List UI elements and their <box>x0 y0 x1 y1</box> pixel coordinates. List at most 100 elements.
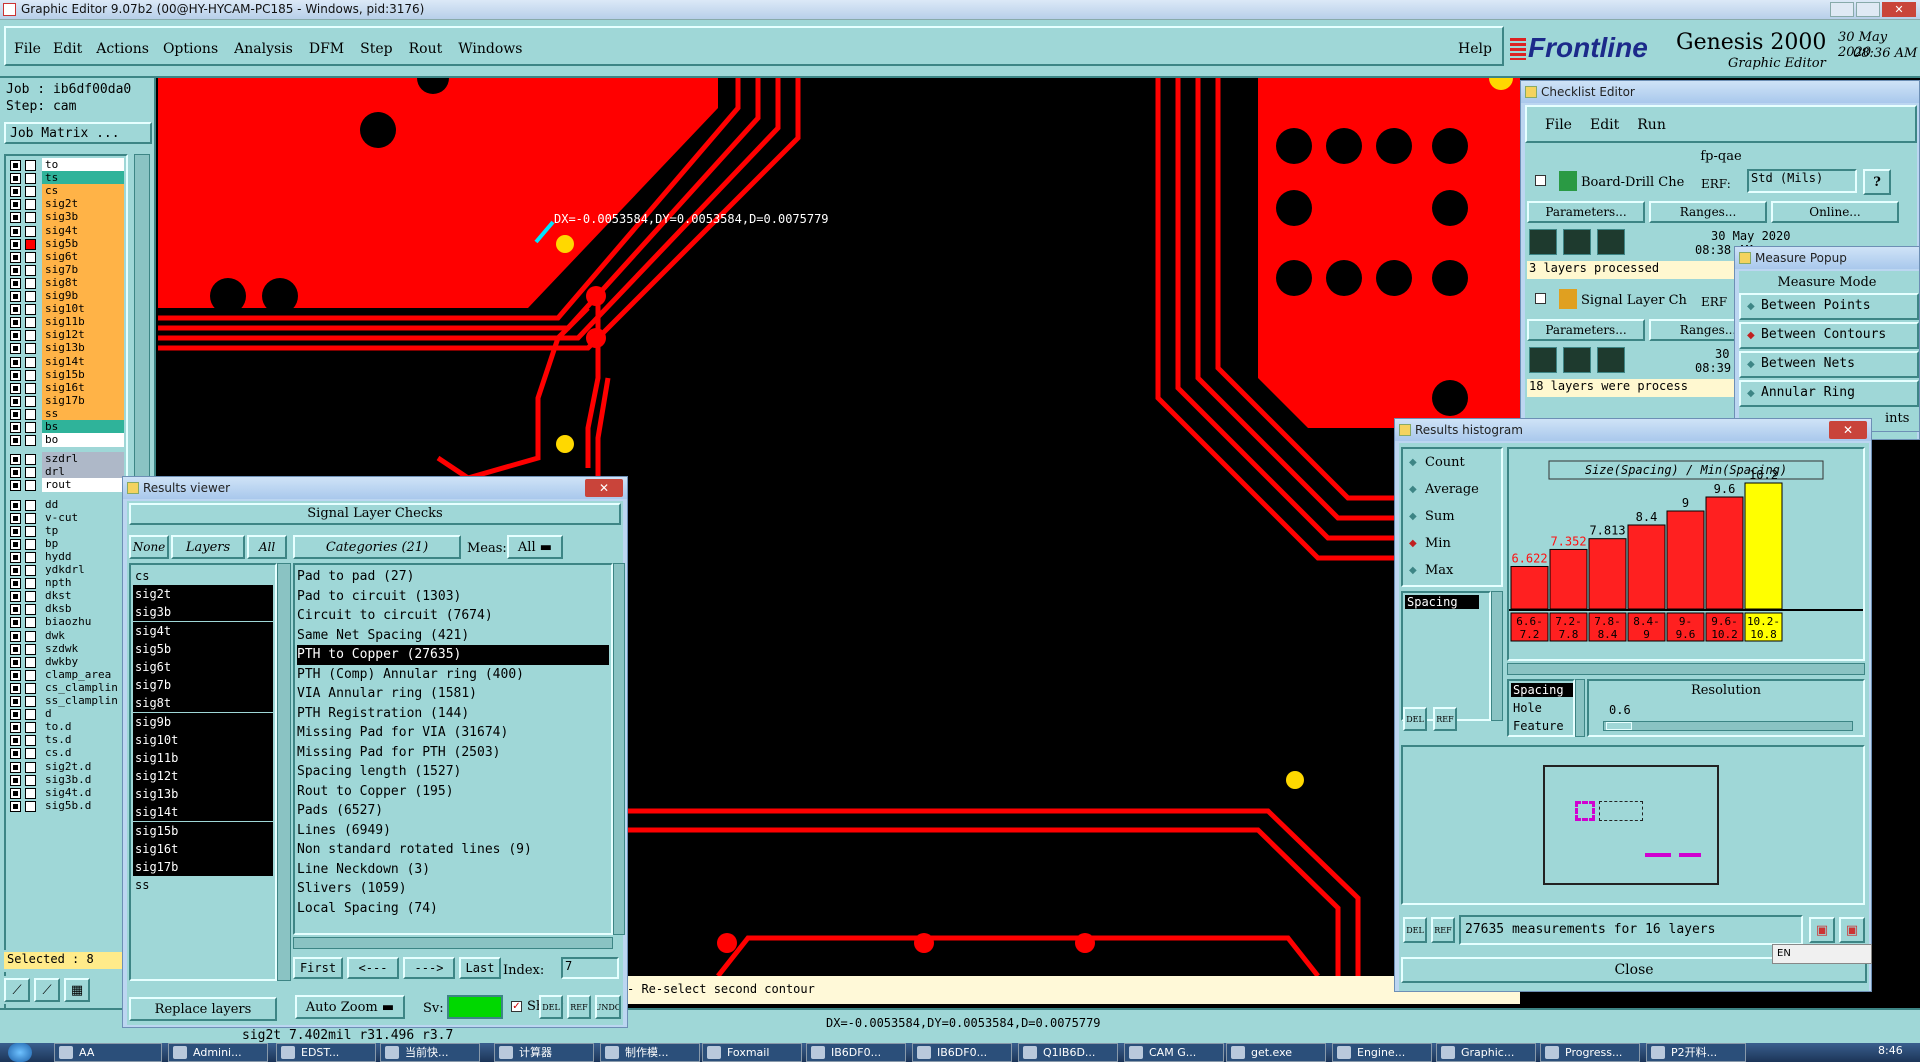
layer-checkbox[interactable] <box>10 735 21 747</box>
rv-layer-item[interactable]: sig16t <box>133 839 273 858</box>
taskbar-item[interactable]: Admini... <box>168 1043 268 1062</box>
rv-layer-item[interactable]: sig12t <box>133 767 273 786</box>
replace-layers-button[interactable]: Replace layers <box>129 997 277 1021</box>
taskbar-item[interactable]: 计算器 <box>494 1043 594 1062</box>
rv-layer-item[interactable]: sig3b <box>133 603 273 622</box>
layer-name[interactable]: sig2t <box>42 197 124 212</box>
maximize-icon[interactable] <box>1856 2 1880 17</box>
layer-name[interactable]: cs.d <box>42 746 124 761</box>
layer-checkbox[interactable] <box>10 173 21 185</box>
measure-mode-item[interactable]: ◆ Between Nets <box>1739 351 1919 378</box>
layer-name[interactable]: dwkby <box>42 654 124 669</box>
histogram-close-icon[interactable]: ✕ <box>1829 421 1867 439</box>
rv-layer-list[interactable]: cs sig2t sig3b sig4t sig5b sig6t sig7b sig8t sig… <box>129 563 277 981</box>
rv-category-item[interactable]: Pad to circuit (1303) <box>297 587 609 607</box>
rv-zoom-select[interactable]: Auto Zoom ▬ <box>295 995 405 1019</box>
results-viewer-close-icon[interactable]: ✕ <box>585 479 623 497</box>
hg-types2-hole[interactable]: Hole <box>1513 701 1542 715</box>
help-icon[interactable]: ? <box>1863 169 1891 195</box>
layer-checkbox[interactable] <box>10 160 21 171</box>
minimize-icon[interactable] <box>1830 2 1854 17</box>
show-all-checkbox[interactable]: ✓ <box>511 1001 522 1012</box>
measure-mode-item[interactable]: ◆ Between Contours <box>1739 322 1919 349</box>
layer-name[interactable]: dd <box>42 497 124 512</box>
rv-category-list[interactable]: Pad to pad (27) Pad to circuit (1303) Circ… <box>293 563 613 935</box>
layer-checkbox[interactable] <box>10 330 21 342</box>
checklist-menu-file[interactable]: File <box>1545 117 1572 133</box>
layer-checkbox[interactable] <box>10 369 21 381</box>
rv-category-item[interactable]: PTH (Comp) Annular ring (400) <box>297 665 609 685</box>
layer-checkbox[interactable] <box>10 709 21 721</box>
item2-check[interactable] <box>1535 293 1546 304</box>
layer-name[interactable]: sig17b <box>42 393 124 408</box>
rv-category-item[interactable]: Local Spacing (74) <box>297 899 609 919</box>
taskbar-item[interactable]: 当前快... <box>380 1043 480 1062</box>
ime-indicator[interactable]: EN <box>1772 944 1872 964</box>
hg-types2-feature[interactable]: Feature <box>1513 719 1564 733</box>
taskbar-item[interactable]: Graphic... <box>1436 1043 1536 1062</box>
layer-name[interactable]: sig2t.d <box>42 759 124 774</box>
rv-layer-item[interactable]: sig9b <box>133 712 273 731</box>
layer-name[interactable]: szdrl <box>42 452 124 467</box>
menu-options[interactable]: Options <box>163 41 218 57</box>
rv-category-item[interactable]: Slivers (1059) <box>297 879 609 899</box>
rv-layer-scroll[interactable] <box>277 563 291 981</box>
online-button-1[interactable]: Online... <box>1771 201 1899 223</box>
layer-name[interactable]: sig4t.d <box>42 785 124 800</box>
layer-checkbox[interactable] <box>10 722 21 734</box>
layer-name[interactable]: sig16t <box>42 380 124 395</box>
layer-name[interactable]: dksb <box>42 602 124 617</box>
menu-dfm[interactable]: DFM <box>309 41 344 57</box>
rv-category-item[interactable]: PTH to Copper (27635) <box>297 645 609 665</box>
layer-checkbox[interactable] <box>10 787 21 799</box>
rv-ref-button[interactable]: REF <box>567 995 591 1019</box>
rv-layer-item[interactable]: sig10t <box>133 730 273 749</box>
layer-name[interactable]: hydd <box>42 549 124 564</box>
layer-checkbox[interactable] <box>10 186 21 198</box>
job-matrix-button[interactable]: Job Matrix ... <box>4 122 152 144</box>
layer-name[interactable]: v-cut <box>42 510 124 525</box>
layer-name[interactable]: sig3b <box>42 210 124 225</box>
rv-index-input[interactable]: 7 <box>561 957 619 979</box>
layer-name[interactable]: szdwk <box>42 641 124 656</box>
rv-layer-item[interactable]: sig15b <box>133 821 273 840</box>
hg-icon-2[interactable]: ▣ <box>1839 917 1865 943</box>
rv-layer-item[interactable]: sig11b <box>133 748 273 767</box>
hg-type-list[interactable]: Spacing <box>1401 591 1491 721</box>
taskbar-item[interactable]: IB6DF0... <box>912 1043 1012 1062</box>
layer-checkbox[interactable] <box>10 630 21 642</box>
layer-name[interactable]: ss_clamplin <box>42 694 124 708</box>
layer-name[interactable]: ydkdrl <box>42 563 124 577</box>
layer-name[interactable]: sig3b.d <box>42 772 124 787</box>
layer-checkbox[interactable] <box>10 761 21 773</box>
layer-checkbox[interactable] <box>10 604 21 616</box>
taskbar-item[interactable]: P2开料... <box>1646 1043 1746 1062</box>
run-icon-3[interactable] <box>1597 229 1625 255</box>
layer-name[interactable]: dwk <box>42 628 124 643</box>
rv-layer-item[interactable]: sig8t <box>133 694 273 713</box>
rv-category-item[interactable]: Spacing length (1527) <box>297 762 609 782</box>
layer-name[interactable]: bp <box>42 536 124 551</box>
layer-checkbox[interactable] <box>10 682 21 694</box>
checklist-menu-edit[interactable]: Edit <box>1590 117 1619 133</box>
layer-name[interactable]: cs <box>42 184 124 199</box>
rv-category-item[interactable]: Rout to Copper (195) <box>297 782 609 802</box>
layer-checkbox[interactable] <box>10 800 21 812</box>
layer-name[interactable]: npth <box>42 576 124 591</box>
rv-layer-item[interactable]: cs <box>133 567 273 585</box>
layer-name[interactable]: sig8t <box>42 275 124 290</box>
hg-types2-spacing[interactable]: Spacing <box>1511 683 1573 697</box>
menu-analysis[interactable]: Analysis <box>234 41 293 57</box>
layer-name[interactable]: dkst <box>42 589 124 604</box>
rv-layer-item[interactable]: sig4t <box>133 621 273 640</box>
layer-name[interactable]: sig11b <box>42 315 124 330</box>
layer-row[interactable]: sig5b.d <box>8 798 124 814</box>
hg-option-max[interactable]: ◆ Max <box>1407 563 1501 583</box>
item1-check[interactable] <box>1535 175 1546 186</box>
taskbar-item[interactable]: Foxmail <box>702 1043 802 1062</box>
tool-icon-3[interactable]: ▦ <box>64 978 90 1002</box>
run-icon-2[interactable] <box>1563 229 1591 255</box>
taskbar-item[interactable]: IB6DF0... <box>806 1043 906 1062</box>
layer-name[interactable]: sig12t <box>42 328 124 343</box>
layer-checkbox[interactable] <box>10 454 21 466</box>
